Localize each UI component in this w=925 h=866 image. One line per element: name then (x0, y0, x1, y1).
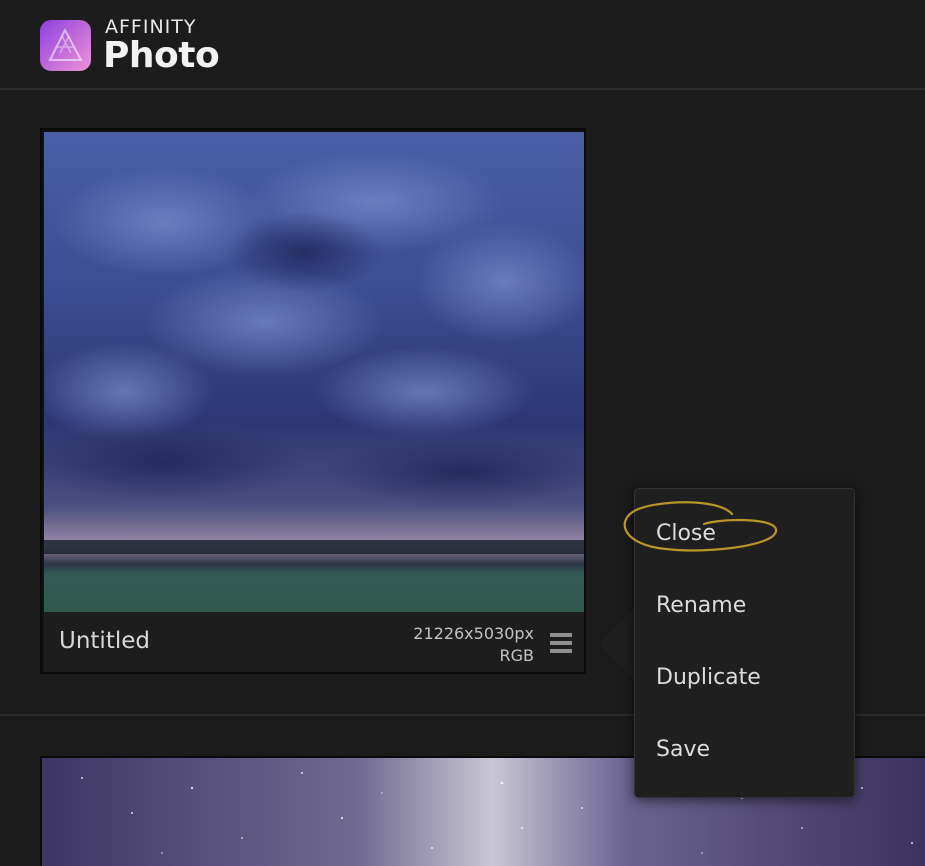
document-title[interactable]: Untitled (59, 628, 150, 654)
document-info-bar: Untitled 21226x5030px RGB (44, 612, 584, 672)
hamburger-menu-icon[interactable] (550, 632, 572, 654)
popover-arrow (599, 607, 636, 681)
app-header: AFFINITY Photo (0, 0, 925, 90)
document-dimensions: 21226x5030px (413, 624, 534, 643)
brand-wordmark-main: Photo (103, 35, 220, 76)
document-card[interactable]: Untitled 21226x5030px RGB (40, 128, 586, 674)
document-thumbnail[interactable] (44, 132, 586, 612)
document-context-menu: Close Rename Duplicate Save (634, 488, 855, 798)
document-color-mode: RGB (499, 646, 535, 665)
menu-item-save[interactable]: Save (656, 737, 710, 762)
affinity-photo-logo-icon (40, 20, 91, 71)
menu-item-duplicate[interactable]: Duplicate (656, 665, 761, 690)
menu-item-rename[interactable]: Rename (656, 593, 746, 618)
menu-item-close[interactable]: Close (656, 521, 716, 546)
